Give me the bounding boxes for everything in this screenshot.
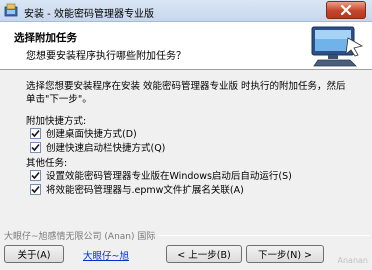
page-subtitle: 您想要安装程序执行哪些附加任务？ [26, 51, 186, 62]
close-icon [340, 5, 352, 15]
option-desktop-shortcut[interactable]: 创建桌面快捷方式(D) [30, 126, 137, 140]
section-other-title: 其他任务: [26, 158, 68, 169]
installer-icon [4, 3, 18, 17]
watermark-text: Ananan [337, 256, 369, 265]
checkbox-quicklaunch-shortcut[interactable] [30, 141, 41, 153]
close-button[interactable] [326, 1, 366, 19]
brand-link[interactable]: 大眼仔~旭 [83, 248, 129, 262]
option-file-association[interactable]: 将效能密码管理器与.epmw文件扩展名关联(A) [30, 182, 244, 196]
next-button[interactable]: 下一步(N) > [246, 245, 324, 263]
option-autorun[interactable]: 设置效能密码管理器专业版在Windows启动后自动运行(S) [30, 168, 292, 182]
back-button[interactable]: < 上一步(B) [166, 245, 242, 263]
intro-text: 选择您想要安装程序在安装 效能密码管理器专业版 时执行的附加任务，然后单击"下一… [26, 81, 346, 105]
checkbox-desktop-shortcut[interactable] [30, 127, 41, 139]
about-button[interactable]: 关于(A) [4, 245, 64, 263]
check-icon [31, 171, 40, 179]
checkbox-autorun[interactable] [30, 169, 41, 181]
window-title: 安装 - 效能密码管理器专业版 [24, 9, 154, 20]
option-quicklaunch-shortcut[interactable]: 创建快速启动栏快捷方式(Q) [30, 140, 165, 154]
check-icon [31, 185, 40, 193]
brand-divider [155, 235, 370, 236]
option-label: 将效能密码管理器与.epmw文件扩展名关联(A) [46, 185, 244, 196]
brand-text: 大眼仔~旭感情无限公司 (Anan) 国际 [4, 229, 160, 242]
computer-icon [311, 26, 364, 67]
section-shortcuts-title: 附加快捷方式: [26, 116, 87, 127]
checkbox-file-association[interactable] [30, 183, 41, 195]
page-title: 选择附加任务 [14, 32, 77, 44]
content-area: 选择您想要安装程序在安装 效能密码管理器专业版 时执行的附加任务，然后单击"下一… [0, 71, 372, 249]
check-icon [31, 129, 40, 137]
wizard-header: 选择附加任务 您想要安装程序执行哪些附加任务？ [0, 22, 372, 70]
check-icon [31, 143, 40, 151]
option-label: 创建桌面快捷方式(D) [46, 129, 137, 140]
title-bar: 安装 - 效能密码管理器专业版 [0, 0, 372, 22]
option-label: 创建快速启动栏快捷方式(Q) [46, 143, 166, 154]
option-label: 设置效能密码管理器专业版在Windows启动后自动运行(S) [46, 171, 292, 182]
